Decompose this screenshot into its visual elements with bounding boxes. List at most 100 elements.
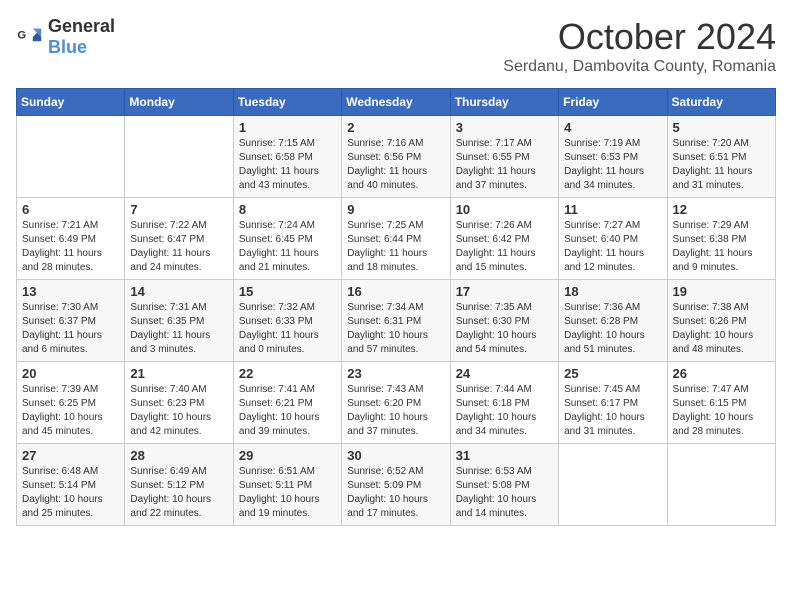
calendar-cell: 23 Sunrise: 7:43 AM Sunset: 6:20 PM Dayli… [342, 362, 450, 444]
day-number: 10 [456, 202, 553, 217]
day-number: 21 [130, 366, 227, 381]
day-info: Sunrise: 7:31 AM Sunset: 6:35 PM Dayligh… [130, 301, 227, 357]
day-info: Sunrise: 7:20 AM Sunset: 6:51 PM Dayligh… [673, 137, 770, 193]
weekday-header: Sunday [17, 89, 125, 116]
calendar-cell: 10 Sunrise: 7:26 AM Sunset: 6:42 PM Dayli… [450, 198, 558, 280]
calendar-cell [125, 116, 233, 198]
day-number: 1 [239, 120, 336, 135]
day-info: Sunrise: 7:24 AM Sunset: 6:45 PM Dayligh… [239, 219, 336, 275]
day-info: Sunrise: 7:27 AM Sunset: 6:40 PM Dayligh… [564, 219, 661, 275]
day-number: 17 [456, 284, 553, 299]
day-number: 12 [673, 202, 770, 217]
day-info: Sunrise: 7:35 AM Sunset: 6:30 PM Dayligh… [456, 301, 553, 357]
day-info: Sunrise: 7:29 AM Sunset: 6:38 PM Dayligh… [673, 219, 770, 275]
day-info: Sunrise: 7:39 AM Sunset: 6:25 PM Dayligh… [22, 383, 119, 439]
day-number: 3 [456, 120, 553, 135]
month-title: October 2024 [503, 16, 776, 58]
day-info: Sunrise: 7:30 AM Sunset: 6:37 PM Dayligh… [22, 301, 119, 357]
day-info: Sunrise: 7:47 AM Sunset: 6:15 PM Dayligh… [673, 383, 770, 439]
day-info: Sunrise: 7:22 AM Sunset: 6:47 PM Dayligh… [130, 219, 227, 275]
day-number: 27 [22, 448, 119, 463]
day-number: 29 [239, 448, 336, 463]
day-info: Sunrise: 7:26 AM Sunset: 6:42 PM Dayligh… [456, 219, 553, 275]
day-info: Sunrise: 6:51 AM Sunset: 5:11 PM Dayligh… [239, 465, 336, 521]
day-info: Sunrise: 7:32 AM Sunset: 6:33 PM Dayligh… [239, 301, 336, 357]
calendar-cell: 17 Sunrise: 7:35 AM Sunset: 6:30 PM Dayli… [450, 280, 558, 362]
calendar-cell: 22 Sunrise: 7:41 AM Sunset: 6:21 PM Dayli… [233, 362, 341, 444]
day-info: Sunrise: 7:19 AM Sunset: 6:53 PM Dayligh… [564, 137, 661, 193]
weekday-header: Friday [559, 89, 667, 116]
calendar-cell: 30 Sunrise: 6:52 AM Sunset: 5:09 PM Dayli… [342, 444, 450, 526]
day-info: Sunrise: 7:45 AM Sunset: 6:17 PM Dayligh… [564, 383, 661, 439]
weekday-header: Wednesday [342, 89, 450, 116]
day-number: 13 [22, 284, 119, 299]
day-number: 9 [347, 202, 444, 217]
day-number: 8 [239, 202, 336, 217]
calendar-week-row: 1 Sunrise: 7:15 AM Sunset: 6:58 PM Daylig… [17, 116, 776, 198]
day-number: 24 [456, 366, 553, 381]
logo-blue: Blue [48, 37, 87, 57]
day-info: Sunrise: 7:21 AM Sunset: 6:49 PM Dayligh… [22, 219, 119, 275]
calendar-cell: 29 Sunrise: 6:51 AM Sunset: 5:11 PM Dayli… [233, 444, 341, 526]
logo-icon: G [16, 23, 44, 51]
calendar-cell: 28 Sunrise: 6:49 AM Sunset: 5:12 PM Dayli… [125, 444, 233, 526]
calendar-cell [17, 116, 125, 198]
day-number: 11 [564, 202, 661, 217]
calendar-week-row: 20 Sunrise: 7:39 AM Sunset: 6:25 PM Dayli… [17, 362, 776, 444]
day-number: 4 [564, 120, 661, 135]
day-number: 22 [239, 366, 336, 381]
calendar-cell: 6 Sunrise: 7:21 AM Sunset: 6:49 PM Daylig… [17, 198, 125, 280]
day-number: 6 [22, 202, 119, 217]
logo-general: General [48, 16, 115, 36]
day-info: Sunrise: 7:17 AM Sunset: 6:55 PM Dayligh… [456, 137, 553, 193]
day-number: 15 [239, 284, 336, 299]
day-number: 20 [22, 366, 119, 381]
calendar-cell: 24 Sunrise: 7:44 AM Sunset: 6:18 PM Dayli… [450, 362, 558, 444]
calendar-cell: 16 Sunrise: 7:34 AM Sunset: 6:31 PM Dayli… [342, 280, 450, 362]
calendar-cell: 4 Sunrise: 7:19 AM Sunset: 6:53 PM Daylig… [559, 116, 667, 198]
calendar-cell: 19 Sunrise: 7:38 AM Sunset: 6:26 PM Dayli… [667, 280, 775, 362]
day-info: Sunrise: 7:34 AM Sunset: 6:31 PM Dayligh… [347, 301, 444, 357]
day-info: Sunrise: 7:43 AM Sunset: 6:20 PM Dayligh… [347, 383, 444, 439]
calendar-cell: 11 Sunrise: 7:27 AM Sunset: 6:40 PM Dayli… [559, 198, 667, 280]
day-number: 19 [673, 284, 770, 299]
calendar-week-row: 13 Sunrise: 7:30 AM Sunset: 6:37 PM Dayli… [17, 280, 776, 362]
weekday-header: Thursday [450, 89, 558, 116]
logo-text: General Blue [48, 16, 115, 58]
calendar-cell: 13 Sunrise: 7:30 AM Sunset: 6:37 PM Dayli… [17, 280, 125, 362]
calendar-cell: 18Sunrise: 7:36 AM Sunset: 6:28 PM Dayli… [559, 280, 667, 362]
day-info: Sunrise: 6:49 AM Sunset: 5:12 PM Dayligh… [130, 465, 227, 521]
day-info: Sunrise: 7:15 AM Sunset: 6:58 PM Dayligh… [239, 137, 336, 193]
day-info: Sunrise: 7:41 AM Sunset: 6:21 PM Dayligh… [239, 383, 336, 439]
calendar-cell: 15 Sunrise: 7:32 AM Sunset: 6:33 PM Dayli… [233, 280, 341, 362]
day-number: 28 [130, 448, 227, 463]
location-subtitle: Serdanu, Dambovita County, Romania [503, 58, 776, 76]
logo: G General Blue [16, 16, 115, 58]
calendar-table: SundayMondayTuesdayWednesdayThursdayFrid… [16, 88, 776, 526]
calendar-cell: 31 Sunrise: 6:53 AM Sunset: 5:08 PM Dayli… [450, 444, 558, 526]
title-block: October 2024 Serdanu, Dambovita County, … [503, 16, 776, 76]
day-number: 31 [456, 448, 553, 463]
day-info: Sunrise: 7:38 AM Sunset: 6:26 PM Dayligh… [673, 301, 770, 357]
day-number: 26 [673, 366, 770, 381]
day-number: 2 [347, 120, 444, 135]
day-number: 23 [347, 366, 444, 381]
day-number: 25 [564, 366, 661, 381]
calendar-cell: 27Sunrise: 6:48 AM Sunset: 5:14 PM Dayli… [17, 444, 125, 526]
weekday-header: Saturday [667, 89, 775, 116]
calendar-cell: 25 Sunrise: 7:45 AM Sunset: 6:17 PM Dayli… [559, 362, 667, 444]
day-info: Sunrise: 7:44 AM Sunset: 6:18 PM Dayligh… [456, 383, 553, 439]
day-number: 30 [347, 448, 444, 463]
day-info: Sunrise: 6:53 AM Sunset: 5:08 PM Dayligh… [456, 465, 553, 521]
page-header: G General Blue October 2024 Serdanu, Dam… [16, 16, 776, 76]
svg-text:G: G [17, 29, 26, 41]
day-number: 18 [564, 284, 661, 299]
day-info: Sunrise: 6:52 AM Sunset: 5:09 PM Dayligh… [347, 465, 444, 521]
calendar-cell: 3 Sunrise: 7:17 AM Sunset: 6:55 PM Daylig… [450, 116, 558, 198]
calendar-cell: 8 Sunrise: 7:24 AM Sunset: 6:45 PM Daylig… [233, 198, 341, 280]
day-info: Sunrise: 7:16 AM Sunset: 6:56 PM Dayligh… [347, 137, 444, 193]
day-number: 16 [347, 284, 444, 299]
calendar-cell [559, 444, 667, 526]
weekday-header: Monday [125, 89, 233, 116]
calendar-cell: 26 Sunrise: 7:47 AM Sunset: 6:15 PM Dayli… [667, 362, 775, 444]
